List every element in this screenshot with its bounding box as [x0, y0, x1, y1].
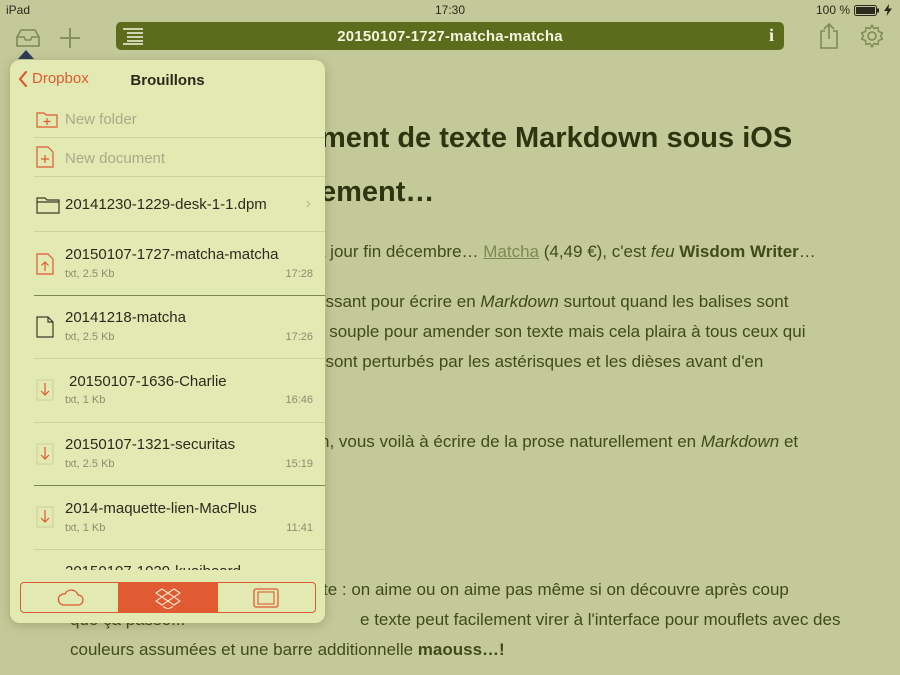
download-file-icon [36, 506, 54, 528]
settings-button[interactable] [856, 20, 888, 52]
add-button[interactable] [54, 22, 86, 54]
document-title-bar[interactable]: 20150107-1727-matcha-matcha i [116, 22, 784, 50]
upload-file-icon [36, 253, 54, 275]
file-meta: txt, 1 Kb [65, 522, 106, 534]
file-name: 2014-maquette-lien-MacPlus [65, 500, 257, 517]
popover-title: Brouillons [130, 72, 205, 89]
popover-header: Dropbox Brouillons [10, 60, 325, 100]
new-document-row[interactable]: New document [10, 138, 325, 177]
status-bar: iPad 17:30 100 % [0, 0, 900, 20]
file-browser-popover: Dropbox Brouillons New folder New docume… [10, 60, 325, 623]
doc-paragraph-2-line-1: essant pour écrire en Markdown surtout q… [316, 292, 789, 311]
battery-percent: 100 % [815, 3, 850, 17]
file-time: 15:19 [285, 458, 313, 470]
popover-anchor-marker [18, 50, 34, 59]
file-time: 17:26 [285, 331, 313, 343]
file-name: 20141218-matcha [65, 309, 186, 326]
file-time: 16:46 [285, 394, 313, 406]
file-name: 20150107-1727-matcha-matcha [65, 246, 279, 263]
file-meta: txt, 2.5 Kb [65, 268, 115, 280]
cloud-icon [57, 588, 84, 606]
dropbox-icon [155, 587, 181, 609]
new-document-label: New document [65, 150, 166, 167]
gear-icon [860, 24, 884, 48]
share-icon [820, 22, 838, 49]
file-meta: txt, 1 Kb [65, 394, 106, 406]
chevron-right-icon: › [305, 195, 311, 212]
segment-dropbox[interactable] [119, 583, 218, 612]
doc-paragraph-3: n, vous voilà à écrire de la prose natur… [320, 432, 799, 451]
file-time: 17:28 [285, 268, 313, 280]
file-row[interactable]: 2014-maquette-lien-MacPlus txt, 1 Kb 11:… [10, 486, 325, 550]
battery-icon [854, 4, 879, 16]
inbox-icon [16, 29, 40, 47]
storage-segmented-control[interactable] [20, 582, 316, 613]
info-button[interactable]: i [769, 25, 774, 46]
share-button[interactable] [813, 20, 845, 52]
doc-heading-line-1: ment de texte Markdown sous iOS [320, 122, 793, 154]
battery-indicator: 100 % [816, 3, 892, 17]
charging-icon [884, 4, 892, 16]
plus-icon [60, 28, 80, 48]
folder-name: 20141230-1229-desk-1-1.dpm [65, 196, 267, 213]
new-folder-row[interactable]: New folder [10, 100, 325, 138]
doc-paragraph-1: à jour fin décembre… Matcha (4,49 €), c'… [316, 242, 816, 261]
new-folder-icon [36, 112, 58, 128]
file-name: 20150107-1321-securitas [65, 436, 236, 453]
segment-cloud[interactable] [21, 583, 120, 612]
file-row[interactable]: 20141218-matcha txt, 2.5 Kb 17:26 [10, 296, 325, 359]
file-icon [36, 316, 54, 338]
clock: 17:30 [434, 3, 466, 17]
file-name: 20150107-1636-Charlie [69, 373, 227, 390]
matcha-link[interactable]: Matcha [483, 242, 539, 261]
file-meta: txt, 2.5 Kb [65, 331, 115, 343]
doc-paragraph-2-line-3: t sont perturbés par les astérisques et … [316, 352, 764, 371]
file-row[interactable]: 20150107-1727-matcha-matcha txt, 2.5 Kb … [10, 232, 325, 296]
folder-row[interactable]: 20141230-1229-desk-1-1.dpm › [10, 177, 325, 232]
popover-footer [10, 570, 325, 623]
file-row[interactable]: 20150107-1636-Charlie txt, 1 Kb 16:46 [10, 359, 325, 423]
new-document-icon [36, 146, 54, 168]
file-meta: txt, 2.5 Kb [65, 458, 115, 470]
new-folder-label: New folder [65, 111, 137, 128]
doc-paragraph-2-line-2: s souple pour amender son texte mais cel… [316, 322, 806, 341]
download-file-icon [36, 379, 54, 401]
segment-local[interactable] [218, 583, 315, 612]
download-file-icon [36, 443, 54, 465]
doc-paragraph-4-line-1: te : on aime ou on aime pas même si on d… [323, 580, 789, 599]
folder-icon [36, 197, 60, 214]
local-storage-icon [253, 587, 279, 608]
file-row[interactable]: 20150107-1321-securitas txt, 2.5 Kb 15:1… [10, 423, 325, 486]
file-time: 11:41 [286, 522, 313, 534]
doc-heading-line-2: ement… [320, 176, 435, 208]
document-title: 20150107-1727-matcha-matcha [337, 28, 563, 45]
doc-paragraph-4-line-3: couleurs assumées et une barre additionn… [70, 640, 505, 659]
